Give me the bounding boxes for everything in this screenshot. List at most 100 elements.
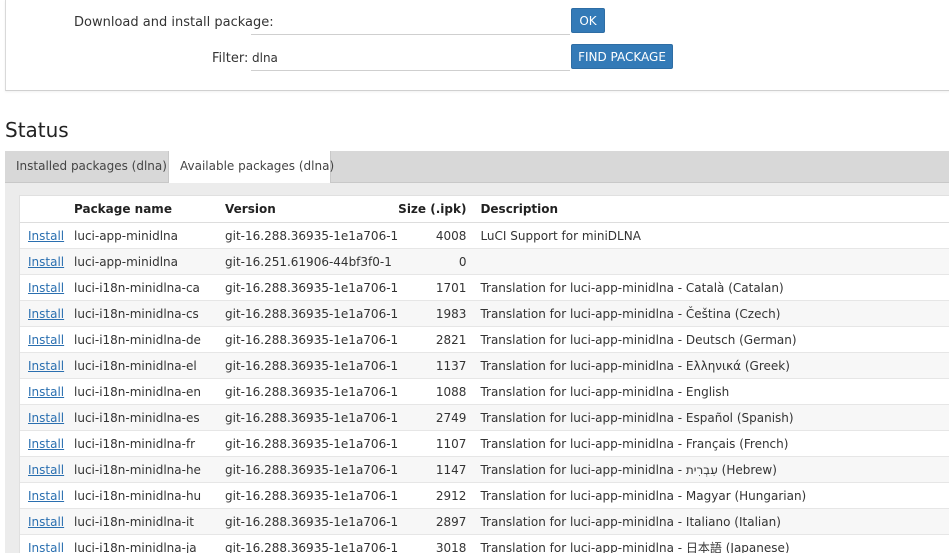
package-name-cell: luci-i18n-minidlna-el	[66, 352, 217, 379]
install-link[interactable]: Install	[28, 255, 64, 269]
description-cell: Translation for luci-app-minidlna - Engl…	[472, 378, 949, 405]
install-cell: Install	[20, 352, 66, 379]
install-cell: Install	[20, 248, 66, 275]
table-row: Install luci-i18n-minidlna-de git-16.288.3…	[20, 326, 949, 353]
table-header-row: Package name Version Size (.ipk) Descrip…	[20, 196, 949, 223]
table-row: Install luci-i18n-minidlna-es git-16.288.3…	[20, 404, 949, 431]
size-cell: 1137	[398, 352, 473, 379]
size-cell: 0	[398, 248, 473, 275]
table-row: Install luci-i18n-minidlna-hu git-16.288.3…	[20, 482, 949, 509]
install-link[interactable]: Install	[28, 359, 64, 373]
install-link[interactable]: Install	[28, 307, 64, 321]
size-cell: 1147	[398, 456, 473, 483]
package-name-cell: luci-app-minidlna	[66, 248, 217, 275]
description-cell: Translation for luci-app-minidlna - עִבְ…	[472, 456, 949, 483]
install-link[interactable]: Install	[28, 437, 64, 451]
version-cell: git-16.288.36935-1e1a706-1	[217, 378, 399, 405]
version-cell: git-16.288.36935-1e1a706-1	[217, 430, 399, 457]
header-description: Description	[472, 196, 949, 223]
package-name-cell: luci-i18n-minidlna-es	[66, 404, 217, 431]
install-cell: Install	[20, 378, 66, 405]
table-row: Install luci-i18n-minidlna-ca git-16.288.3…	[20, 274, 949, 301]
install-link[interactable]: Install	[28, 463, 64, 477]
version-cell: git-16.288.36935-1e1a706-1	[217, 300, 399, 327]
version-cell: git-16.288.36935-1e1a706-1	[217, 404, 399, 431]
download-label: Download and install package:	[74, 15, 274, 30]
install-cell: Install	[20, 430, 66, 457]
install-link[interactable]: Install	[28, 541, 64, 553]
packages-table-body: Install luci-app-minidlna git-16.288.36935…	[20, 222, 949, 553]
description-cell: LuCI Support for miniDLNA	[472, 222, 949, 249]
tab-bar: Installed packages (dlna) Available pack…	[5, 151, 949, 183]
install-cell: Install	[20, 456, 66, 483]
size-cell: 2897	[398, 508, 473, 535]
description-cell: Translation for luci-app-minidlna - Magy…	[472, 482, 949, 509]
version-cell: git-16.288.36935-1e1a706-1	[217, 534, 399, 553]
version-cell: git-16.288.36935-1e1a706-1	[217, 274, 399, 301]
header-version: Version	[217, 196, 399, 223]
install-cell: Install	[20, 534, 66, 553]
table-row: Install luci-i18n-minidlna-fr git-16.288.3…	[20, 430, 949, 457]
install-cell: Install	[20, 300, 66, 327]
packages-table: Package name Version Size (.ipk) Descrip…	[20, 196, 949, 553]
size-cell: 1983	[398, 300, 473, 327]
table-row: Install luci-i18n-minidlna-ja git-16.288.3…	[20, 534, 949, 553]
packages-table-container: Package name Version Size (.ipk) Descrip…	[19, 195, 949, 553]
description-cell: Translation for luci-app-minidlna - Deut…	[472, 326, 949, 353]
description-cell	[472, 248, 949, 275]
install-panel: Download and install package: OK Filter:…	[5, 0, 949, 91]
description-cell: Translation for luci-app-minidlna - Ελλη…	[472, 352, 949, 379]
package-name-cell: luci-i18n-minidlna-ca	[66, 274, 217, 301]
header-size: Size (.ipk)	[398, 196, 473, 223]
size-cell: 2912	[398, 482, 473, 509]
version-cell: git-16.288.36935-1e1a706-1	[217, 326, 399, 353]
download-package-input[interactable]	[251, 10, 570, 35]
table-row: Install luci-i18n-minidlna-cs git-16.288.3…	[20, 300, 949, 327]
filter-input[interactable]	[251, 46, 570, 71]
install-cell: Install	[20, 508, 66, 535]
table-row: Install luci-i18n-minidlna-el git-16.288.3…	[20, 352, 949, 379]
version-cell: git-16.288.36935-1e1a706-1	[217, 456, 399, 483]
install-link[interactable]: Install	[28, 333, 64, 347]
version-cell: git-16.288.36935-1e1a706-1	[217, 222, 399, 249]
package-name-cell: luci-i18n-minidlna-cs	[66, 300, 217, 327]
package-name-cell: luci-app-minidlna	[66, 222, 217, 249]
ok-button[interactable]: OK	[571, 8, 605, 33]
package-name-cell: luci-i18n-minidlna-he	[66, 456, 217, 483]
install-link[interactable]: Install	[28, 411, 64, 425]
package-name-cell: luci-i18n-minidlna-en	[66, 378, 217, 405]
page: Download and install package: OK Filter:…	[0, 0, 949, 553]
tab-installed-packages[interactable]: Installed packages (dlna)	[5, 151, 168, 182]
description-cell: Translation for luci-app-minidlna - Cata…	[472, 274, 949, 301]
header-action	[20, 196, 66, 223]
tab-content: Package name Version Size (.ipk) Descrip…	[5, 183, 949, 553]
size-cell: 2749	[398, 404, 473, 431]
install-link[interactable]: Install	[28, 229, 64, 243]
version-cell: git-16.288.36935-1e1a706-1	[217, 482, 399, 509]
description-cell: Translation for luci-app-minidlna - Espa…	[472, 404, 949, 431]
install-link[interactable]: Install	[28, 281, 64, 295]
description-cell: Translation for luci-app-minidlna - Češt…	[472, 300, 949, 327]
header-package-name: Package name	[66, 196, 217, 223]
install-cell: Install	[20, 222, 66, 249]
version-cell: git-16.288.36935-1e1a706-1	[217, 352, 399, 379]
install-link[interactable]: Install	[28, 489, 64, 503]
package-name-cell: luci-i18n-minidlna-hu	[66, 482, 217, 509]
find-package-button[interactable]: FIND PACKAGE	[571, 44, 673, 69]
description-cell: Translation for luci-app-minidlna - Ital…	[472, 508, 949, 535]
install-cell: Install	[20, 274, 66, 301]
package-name-cell: luci-i18n-minidlna-fr	[66, 430, 217, 457]
install-link[interactable]: Install	[28, 385, 64, 399]
package-name-cell: luci-i18n-minidlna-ja	[66, 534, 217, 553]
install-link[interactable]: Install	[28, 515, 64, 529]
version-cell: git-16.251.61906-44bf3f0-1	[217, 248, 399, 275]
size-cell: 1701	[398, 274, 473, 301]
table-row: Install luci-i18n-minidlna-he git-16.288.3…	[20, 456, 949, 483]
size-cell: 2821	[398, 326, 473, 353]
table-row: Install luci-app-minidlna git-16.251.61906…	[20, 248, 949, 275]
filter-label: Filter:	[212, 51, 249, 66]
tab-available-packages[interactable]: Available packages (dlna)	[168, 151, 334, 183]
table-row: Install luci-app-minidlna git-16.288.36935…	[20, 222, 949, 249]
table-row: Install luci-i18n-minidlna-en git-16.288.3…	[20, 378, 949, 405]
install-cell: Install	[20, 404, 66, 431]
